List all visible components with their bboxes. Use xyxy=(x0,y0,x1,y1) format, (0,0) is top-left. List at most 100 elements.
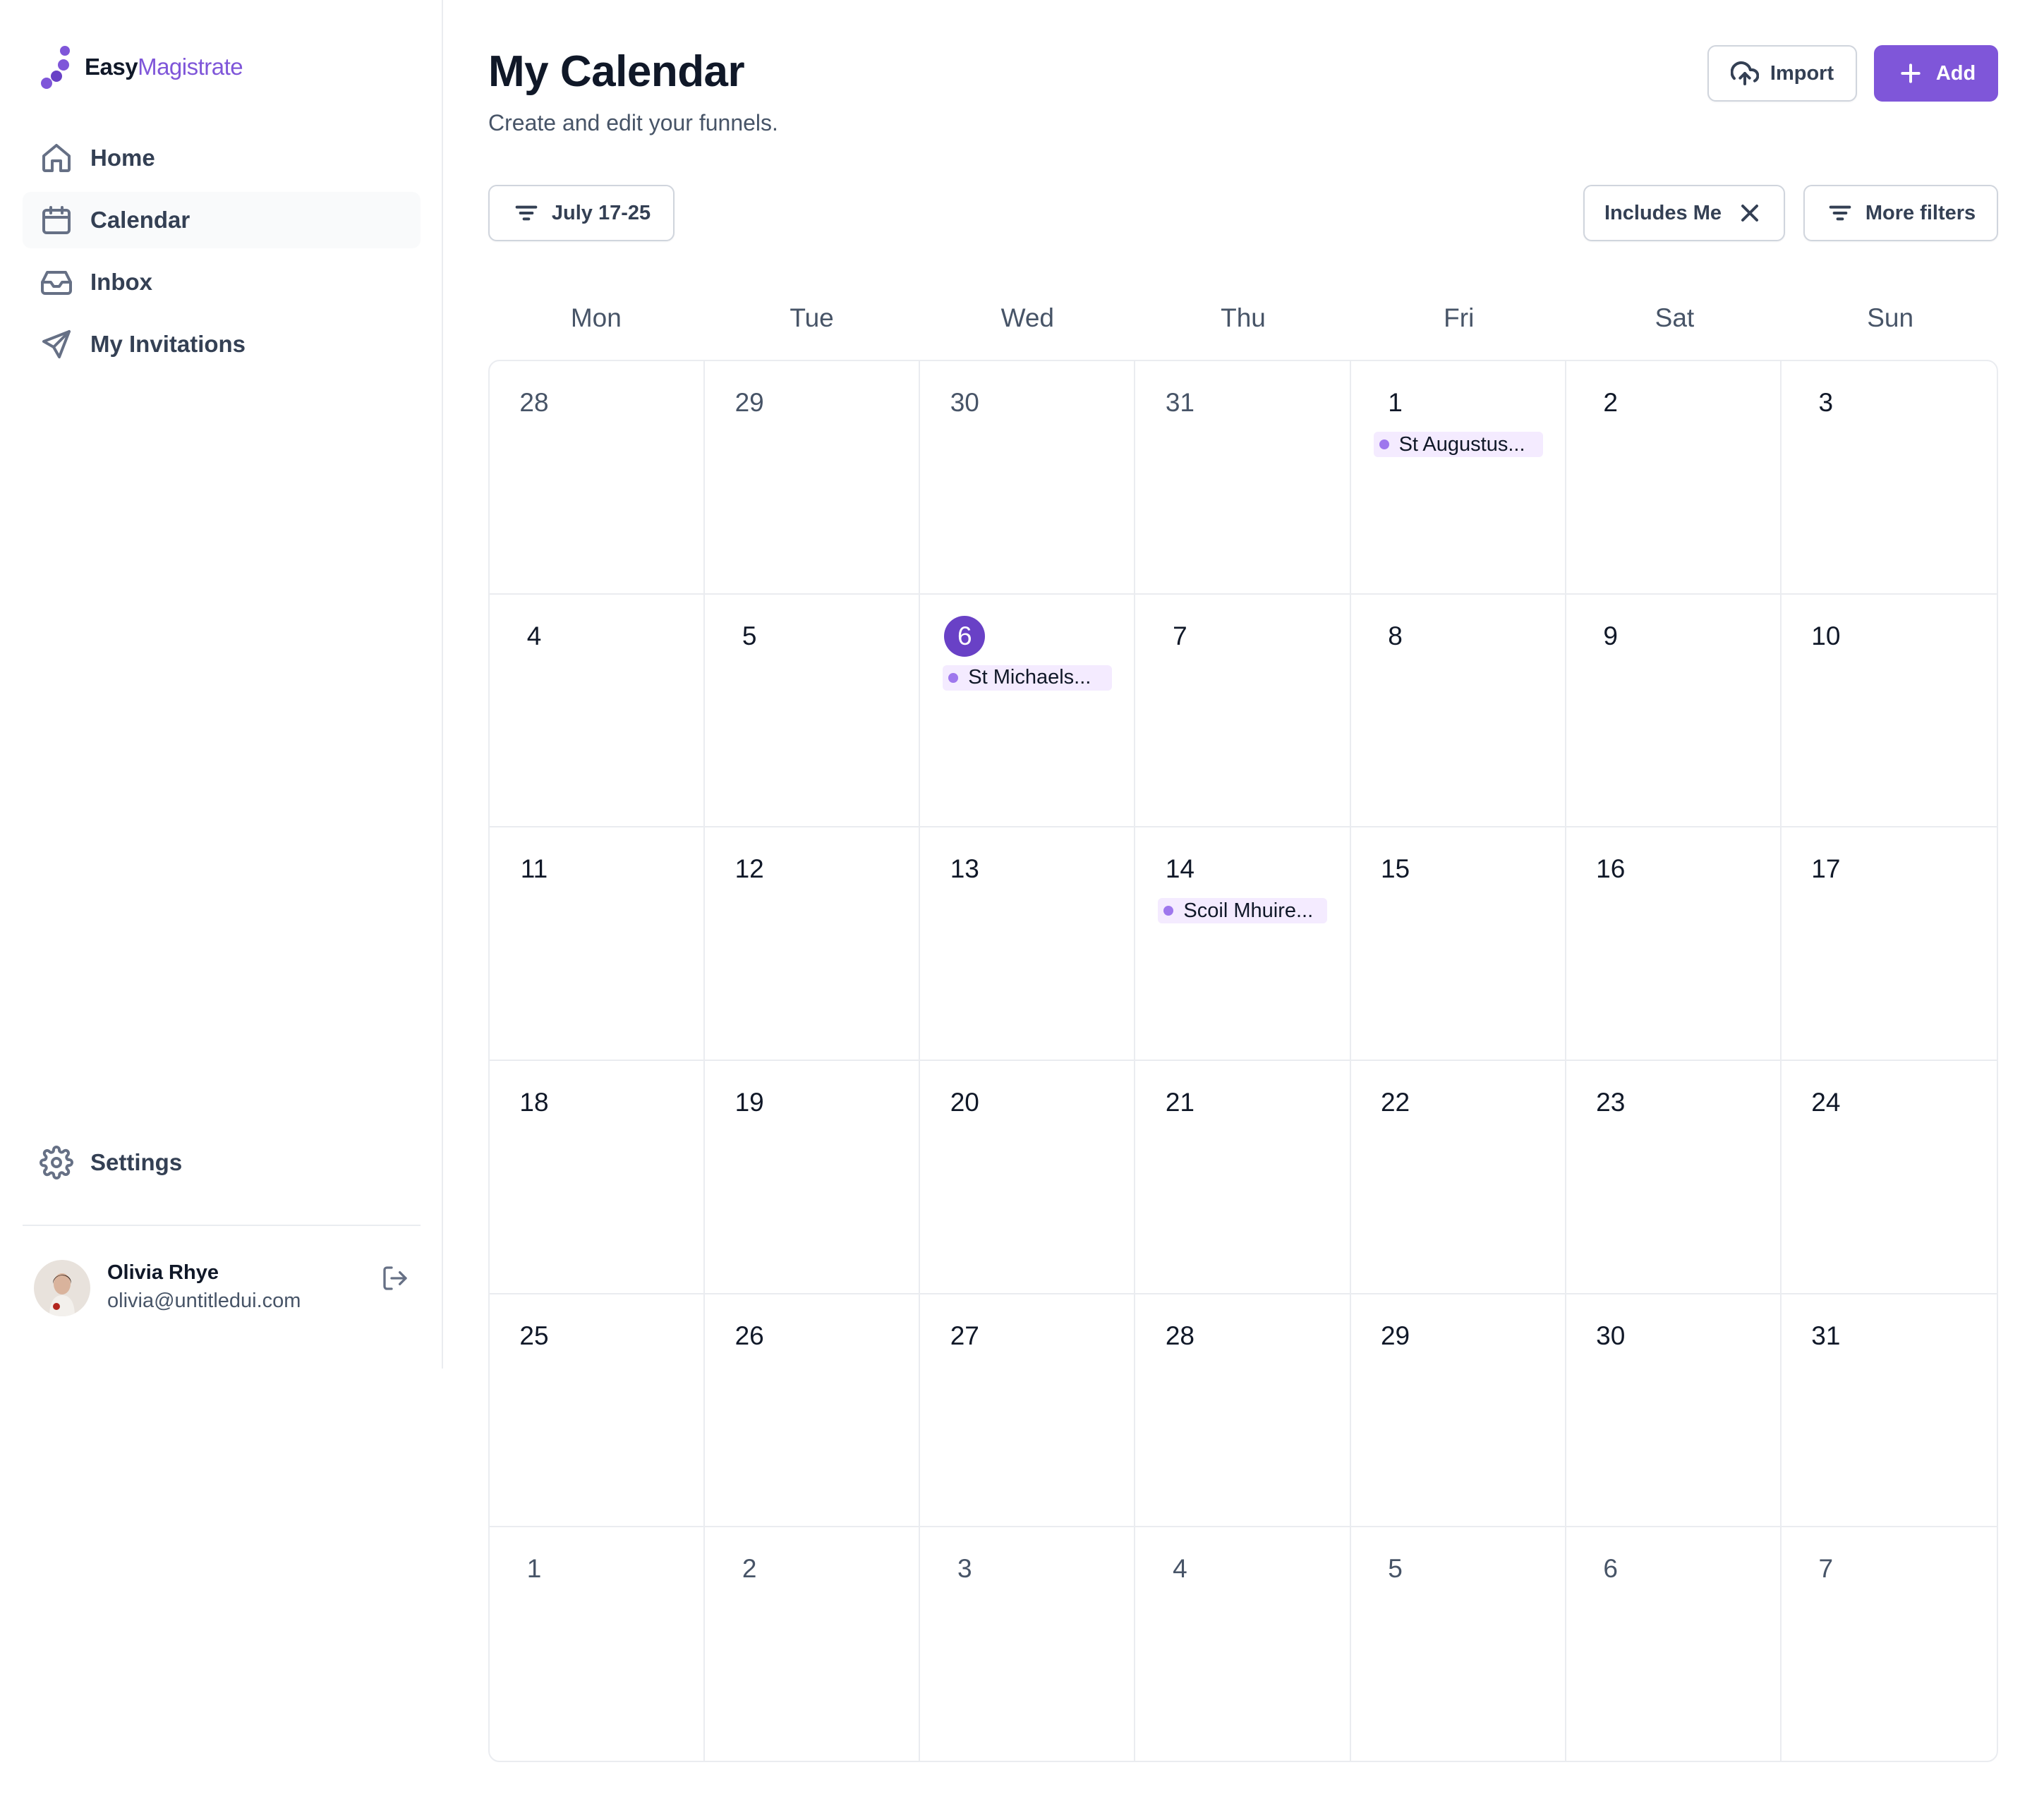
sidebar-item-label: Inbox xyxy=(90,269,152,295)
calendar-day-cell[interactable]: 25 xyxy=(490,1294,706,1528)
calendar-day-cell[interactable]: 30 xyxy=(1566,1294,1782,1528)
home-icon xyxy=(42,144,71,172)
sidebar-item-label: Home xyxy=(90,145,155,171)
calendar-day-cell[interactable]: 28 xyxy=(490,361,706,595)
day-number: 23 xyxy=(1596,1087,1626,1117)
sidebar-divider xyxy=(23,1225,421,1226)
calendar-day-cell[interactable]: 2 xyxy=(1566,361,1782,595)
day-number: 19 xyxy=(734,1087,764,1117)
calendar-day-cell[interactable]: 29 xyxy=(1350,1294,1566,1528)
calendar-day-cell[interactable]: 1 St Augustus... xyxy=(1350,361,1566,595)
calendar-day-cell[interactable]: 6 xyxy=(1566,1527,1782,1761)
calendar-day-cell[interactable]: 21 xyxy=(1135,1060,1351,1294)
calendar-day-cell[interactable]: 12 xyxy=(705,827,921,1061)
day-number: 1 xyxy=(526,1554,542,1584)
calendar-day-cell[interactable]: 28 xyxy=(1135,1294,1351,1528)
calendar-day-cell[interactable]: 10 xyxy=(1781,595,1997,828)
day-number: 9 xyxy=(1603,621,1618,650)
day-number: 30 xyxy=(950,388,979,417)
calendar-day-cell[interactable]: 18 xyxy=(490,1060,706,1294)
calendar-day-cell[interactable]: 8 xyxy=(1350,594,1566,828)
calendar-day-cell[interactable]: 19 xyxy=(705,1060,921,1294)
logo-icon xyxy=(41,46,70,89)
calendar-event[interactable]: St Augustus... xyxy=(1373,432,1543,457)
day-number: 18 xyxy=(519,1087,549,1117)
close-icon[interactable] xyxy=(1736,199,1764,227)
day-number: 3 xyxy=(1818,388,1834,417)
calendar-day-today[interactable]: 6 St Michaels... xyxy=(920,594,1136,828)
event-dot-icon xyxy=(1163,906,1174,916)
add-button[interactable]: Add xyxy=(1874,45,1998,102)
calendar-day-cell[interactable]: 30 xyxy=(920,361,1136,595)
weekday-label: Sun xyxy=(1867,303,1914,332)
calendar-day-cell[interactable]: 17 xyxy=(1781,827,1997,1061)
avatar[interactable] xyxy=(34,1260,90,1316)
calendar-day-cell[interactable]: 7 xyxy=(1135,594,1351,828)
calendar-event[interactable]: Scoil Mhuire... xyxy=(1158,898,1328,924)
sidebar-item-calendar[interactable]: Calendar xyxy=(23,192,421,248)
includes-me-filter-chip[interactable]: Includes Me xyxy=(1583,185,1785,241)
calendar-day-cell[interactable]: 1 xyxy=(490,1527,706,1761)
calendar-day-cell[interactable]: 3 xyxy=(920,1527,1136,1761)
calendar-day-cell[interactable]: 4 xyxy=(1135,1527,1351,1761)
sidebar-item-home[interactable]: Home xyxy=(23,130,421,186)
calendar-day-cell[interactable]: 31 xyxy=(1781,1294,1997,1528)
day-number: 24 xyxy=(1811,1087,1841,1117)
calendar-day-cell[interactable]: 4 xyxy=(490,594,706,828)
weekday-label: Sat xyxy=(1655,303,1695,332)
event-dot-icon xyxy=(948,672,959,683)
settings-label: Settings xyxy=(90,1149,183,1175)
sidebar-item-my-invitations[interactable]: My Invitations xyxy=(23,316,421,372)
sidebar-item-inbox[interactable]: Inbox xyxy=(23,254,421,310)
day-number: 5 xyxy=(742,621,757,650)
calendar-day-cell[interactable]: 3 xyxy=(1781,361,1997,595)
inbox-icon xyxy=(41,271,72,295)
weekday-label: Fri xyxy=(1444,303,1475,332)
add-label: Add xyxy=(1935,61,1976,85)
weekday-label: Wed xyxy=(1000,303,1054,332)
import-label: Import xyxy=(1770,61,1834,85)
day-number: 4 xyxy=(1173,1554,1187,1584)
more-filters-button[interactable]: More filters xyxy=(1803,185,1998,241)
weekday-label: Thu xyxy=(1221,303,1266,332)
day-number: 31 xyxy=(1165,388,1195,417)
calendar-day-cell[interactable]: 22 xyxy=(1350,1060,1566,1294)
day-number: 4 xyxy=(526,621,542,650)
calendar-day-cell[interactable]: 16 xyxy=(1566,827,1782,1061)
calendar-day-cell[interactable]: 26 xyxy=(705,1294,921,1528)
calendar-day-cell[interactable]: 11 xyxy=(490,827,706,1061)
calendar-day-cell[interactable]: 29 xyxy=(705,361,921,595)
calendar-day-cell[interactable]: 15 xyxy=(1350,827,1566,1061)
calendar-day-cell[interactable]: 31 xyxy=(1135,361,1351,595)
user-profile: Olivia Rhye olivia@untitledui.com xyxy=(34,1258,415,1318)
app-logo[interactable]: EasyMagistrate xyxy=(40,45,243,89)
logout-icon xyxy=(383,1266,407,1290)
import-button[interactable]: Import xyxy=(1707,45,1857,102)
calendar-day-cell[interactable]: 23 xyxy=(1566,1060,1782,1294)
calendar-day-cell[interactable]: 14 Scoil Mhuire... xyxy=(1135,827,1351,1061)
day-number: 26 xyxy=(734,1321,764,1350)
calendar-day-cell[interactable]: 5 xyxy=(705,594,921,828)
sidebar: EasyMagistrate Home Calendar Inbox My In… xyxy=(0,0,443,1369)
sidebar-item-settings[interactable]: Settings xyxy=(40,1134,182,1191)
logo-text-magistrate: Magistrate xyxy=(138,54,243,80)
calendar-day-cell[interactable]: 7 xyxy=(1782,1527,1997,1761)
calendar-event[interactable]: St Michaels... xyxy=(943,665,1113,691)
date-range-filter-button[interactable]: July 17-25 xyxy=(488,185,675,241)
day-number: 15 xyxy=(1380,854,1410,884)
calendar-day-cell[interactable]: 13 xyxy=(920,827,1136,1061)
calendar-day-cell[interactable]: 20 xyxy=(920,1060,1136,1294)
calendar-day-cell[interactable]: 24 xyxy=(1781,1061,1997,1294)
day-number: 7 xyxy=(1818,1554,1834,1584)
day-number: 17 xyxy=(1811,854,1841,884)
logout-button[interactable] xyxy=(375,1258,415,1298)
calendar-day-cell[interactable]: 9 xyxy=(1566,594,1782,828)
day-number: 5 xyxy=(1388,1554,1403,1584)
calendar-grid: 28 29 30 31 1 St Augustus... 2 3 4 5 6 St Michaels.… xyxy=(488,360,1998,1762)
sidebar-nav: Home Calendar Inbox My Invitations xyxy=(23,130,421,378)
day-number: 12 xyxy=(734,854,764,884)
calendar-day-cell[interactable]: 5 xyxy=(1351,1527,1566,1761)
calendar-day-cell[interactable]: 2 xyxy=(705,1527,921,1761)
calendar-day-cell[interactable]: 27 xyxy=(920,1294,1136,1528)
event-dot-icon xyxy=(1379,439,1389,449)
